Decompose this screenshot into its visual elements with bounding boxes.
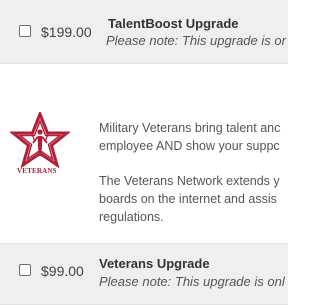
veterans-checkbox[interactable]: [19, 264, 31, 276]
upgrade-row-veterans: $99.00 Veterans Upgrade Please note: Thi…: [0, 243, 288, 305]
veterans-title: Veterans Upgrade: [99, 256, 210, 271]
veterans-intro-paragraph: Military Veterans bring talent anc emplo…: [99, 119, 280, 155]
talentboost-title: TalentBoost Upgrade: [108, 16, 239, 31]
talentboost-price: $199.00: [41, 24, 92, 40]
veterans-network-line-1: The Veterans Network extends y: [99, 174, 280, 188]
talentboost-checkbox[interactable]: [19, 25, 31, 37]
veterans-network-line-2: boards on the internet and assis: [99, 192, 277, 206]
veterans-network-line-3: regulations.: [99, 210, 164, 224]
veterans-network-paragraph: The Veterans Network extends y boards on…: [99, 172, 280, 226]
veterans-intro-line-2: employee AND show your suppc: [99, 139, 280, 153]
talentboost-note: Please note: This upgrade is or: [106, 33, 286, 48]
veterans-note: Please note: This upgrade is onl: [99, 274, 285, 289]
upgrade-row-talentboost: $199.00 TalentBoost Upgrade Please note:…: [0, 0, 288, 64]
veterans-logo-icon: [10, 112, 70, 169]
veterans-logo-text: VETERANS: [17, 167, 57, 175]
veterans-intro-line-1: Military Veterans bring talent anc: [99, 121, 281, 135]
veterans-price: $99.00: [41, 263, 84, 279]
